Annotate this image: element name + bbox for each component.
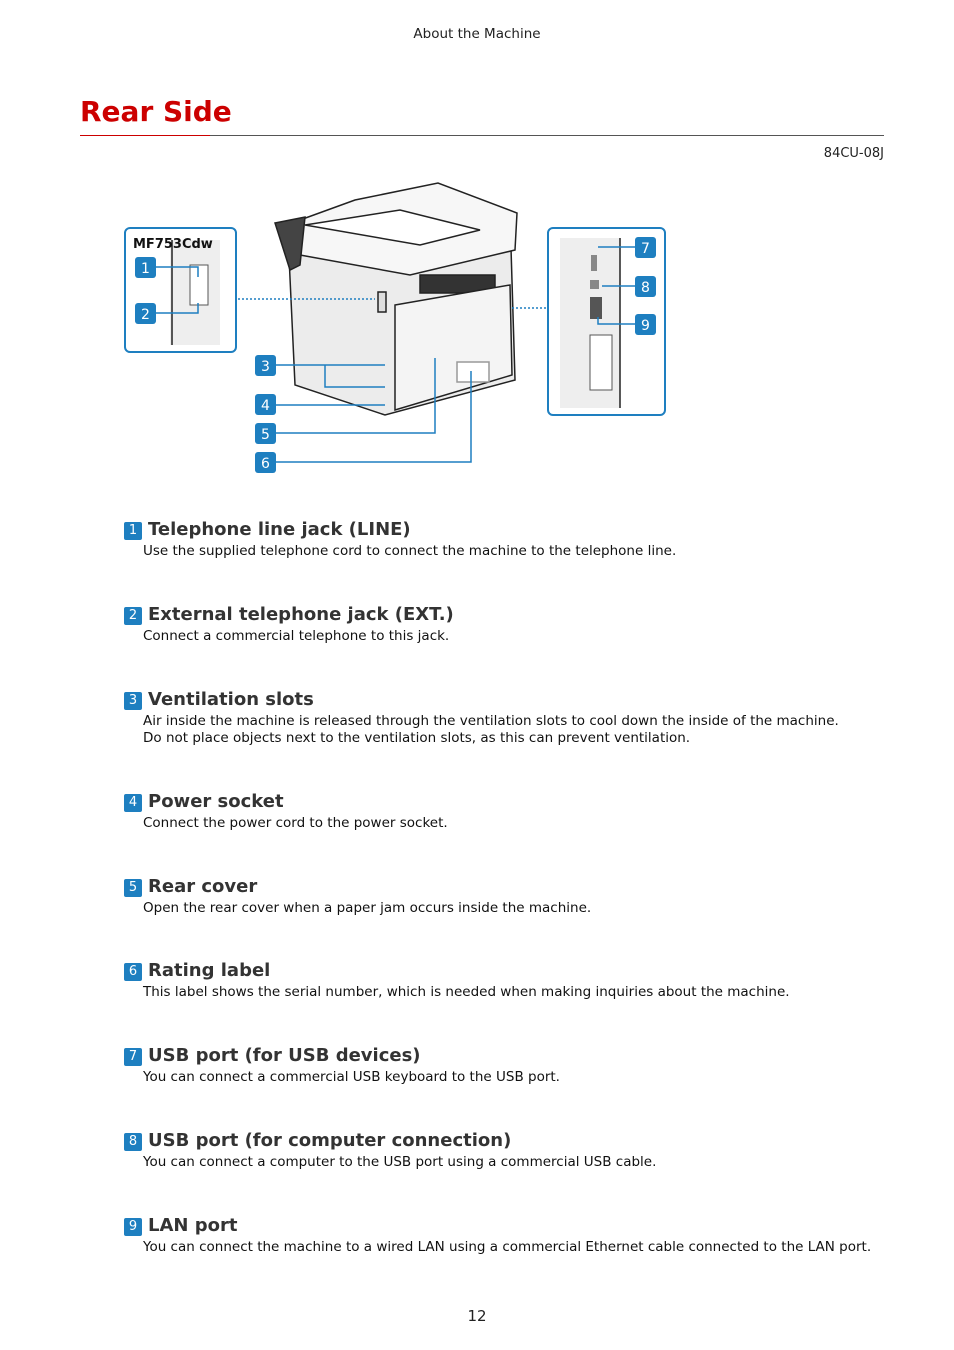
callout-8: 8	[635, 276, 656, 297]
page-number: 12	[467, 1307, 487, 1325]
number-badge: 4	[124, 794, 142, 812]
callout-3: 3	[255, 355, 276, 376]
description-line: You can connect the machine to a wired L…	[143, 1239, 872, 1255]
item-title: LAN port	[148, 1215, 238, 1236]
item-heading: 8 USB port (for computer connection)	[124, 1130, 904, 1151]
description-item: 1 Telephone line jack (LINE) Use the suppl…	[124, 519, 904, 560]
callout-1: 1	[135, 257, 156, 278]
description-line: Use the supplied telephone cord to conne…	[143, 543, 677, 559]
item-heading: 5 Rear cover	[124, 876, 904, 897]
item-heading: 9 LAN port	[124, 1215, 904, 1236]
number-badge: 2	[124, 607, 142, 625]
svg-text:2: 2	[141, 307, 150, 323]
item-description: Connect a commercial telephone to this j…	[143, 628, 904, 645]
item-title: Rating label	[148, 960, 271, 981]
item-description: You can connect the machine to a wired L…	[143, 1239, 904, 1256]
item-description: Use the supplied telephone cord to conne…	[143, 543, 904, 560]
item-heading: 1 Telephone line jack (LINE)	[124, 519, 904, 540]
number-badge: 9	[124, 1218, 142, 1236]
rear-side-diagram: MF753Cdw 1 2 3 4 5 6 7 8 9	[124, 182, 666, 473]
svg-text:6: 6	[261, 456, 270, 472]
callout-9: 9	[635, 314, 656, 335]
svg-text:4: 4	[261, 398, 270, 414]
description-line: Connect a commercial telephone to this j…	[143, 628, 450, 644]
description-item: 5 Rear cover Open the rear cover when a pa…	[124, 876, 904, 917]
svg-text:7: 7	[641, 241, 650, 257]
svg-text:1: 1	[141, 261, 150, 277]
description-item: 3 Ventilation slots Air inside the machine…	[124, 689, 904, 747]
number-badge: 6	[124, 963, 142, 981]
description-line: You can connect a computer to the USB po…	[143, 1154, 657, 1170]
item-description: Open the rear cover when a paper jam occ…	[143, 900, 904, 917]
number-badge: 1	[124, 522, 142, 540]
description-line: This label shows the serial number, whic…	[143, 984, 790, 1000]
description-line: You can connect a commercial USB keyboar…	[143, 1069, 560, 1085]
description-line: Do not place objects next to the ventila…	[143, 730, 691, 746]
item-title: USB port (for USB devices)	[148, 1045, 421, 1066]
item-title: Rear cover	[148, 876, 258, 897]
description-line: Air inside the machine is released throu…	[143, 713, 839, 729]
number-badge: 7	[124, 1048, 142, 1066]
callout-7: 7	[635, 237, 656, 258]
item-heading: 2 External telephone jack (EXT.)	[124, 604, 904, 625]
item-title: Telephone line jack (LINE)	[148, 519, 411, 540]
callout-4: 4	[255, 394, 276, 415]
item-title: Power socket	[148, 791, 284, 812]
description-item: 4 Power socket Connect the power cord to t…	[124, 791, 904, 832]
item-heading: 3 Ventilation slots	[124, 689, 904, 710]
description-item: 8 USB port (for computer connection) You c…	[124, 1130, 904, 1171]
item-description: Air inside the machine is released throu…	[143, 713, 904, 747]
number-badge: 8	[124, 1133, 142, 1151]
callout-5: 5	[255, 423, 276, 444]
description-item: 6 Rating label This label shows the serial…	[124, 960, 904, 1001]
left-inset: MF753Cdw	[124, 227, 237, 353]
number-badge: 3	[124, 692, 142, 710]
description-item: 2 External telephone jack (EXT.) Connect a…	[124, 604, 904, 645]
title-divider	[80, 135, 884, 136]
item-description: You can connect a computer to the USB po…	[143, 1154, 904, 1171]
callout-6: 6	[255, 452, 276, 473]
item-description: This label shows the serial number, whic…	[143, 984, 904, 1001]
item-title: Ventilation slots	[148, 689, 314, 710]
svg-text:9: 9	[641, 318, 650, 334]
page-title: Rear Side	[80, 95, 232, 128]
description-line: Open the rear cover when a paper jam occ…	[143, 900, 592, 916]
item-heading: 7 USB port (for USB devices)	[124, 1045, 904, 1066]
number-badge: 5	[124, 879, 142, 897]
item-title: External telephone jack (EXT.)	[148, 604, 454, 625]
description-item: 9 LAN port You can connect the machine to …	[124, 1215, 904, 1256]
svg-text:5: 5	[261, 427, 270, 443]
running-header: About the Machine	[413, 26, 541, 42]
description-item: 7 USB port (for USB devices) You can conne…	[124, 1045, 904, 1086]
item-heading: 4 Power socket	[124, 791, 904, 812]
description-line: Connect the power cord to the power sock…	[143, 815, 448, 831]
item-title: USB port (for computer connection)	[148, 1130, 512, 1151]
model-label: MF753Cdw	[133, 237, 213, 252]
item-description: Connect the power cord to the power sock…	[143, 815, 904, 832]
svg-text:3: 3	[261, 359, 270, 375]
callout-2: 2	[135, 303, 156, 324]
doc-code: 84CU-08J	[823, 146, 884, 161]
item-description: You can connect a commercial USB keyboar…	[143, 1069, 904, 1086]
svg-text:8: 8	[641, 280, 650, 296]
item-heading: 6 Rating label	[124, 960, 904, 981]
